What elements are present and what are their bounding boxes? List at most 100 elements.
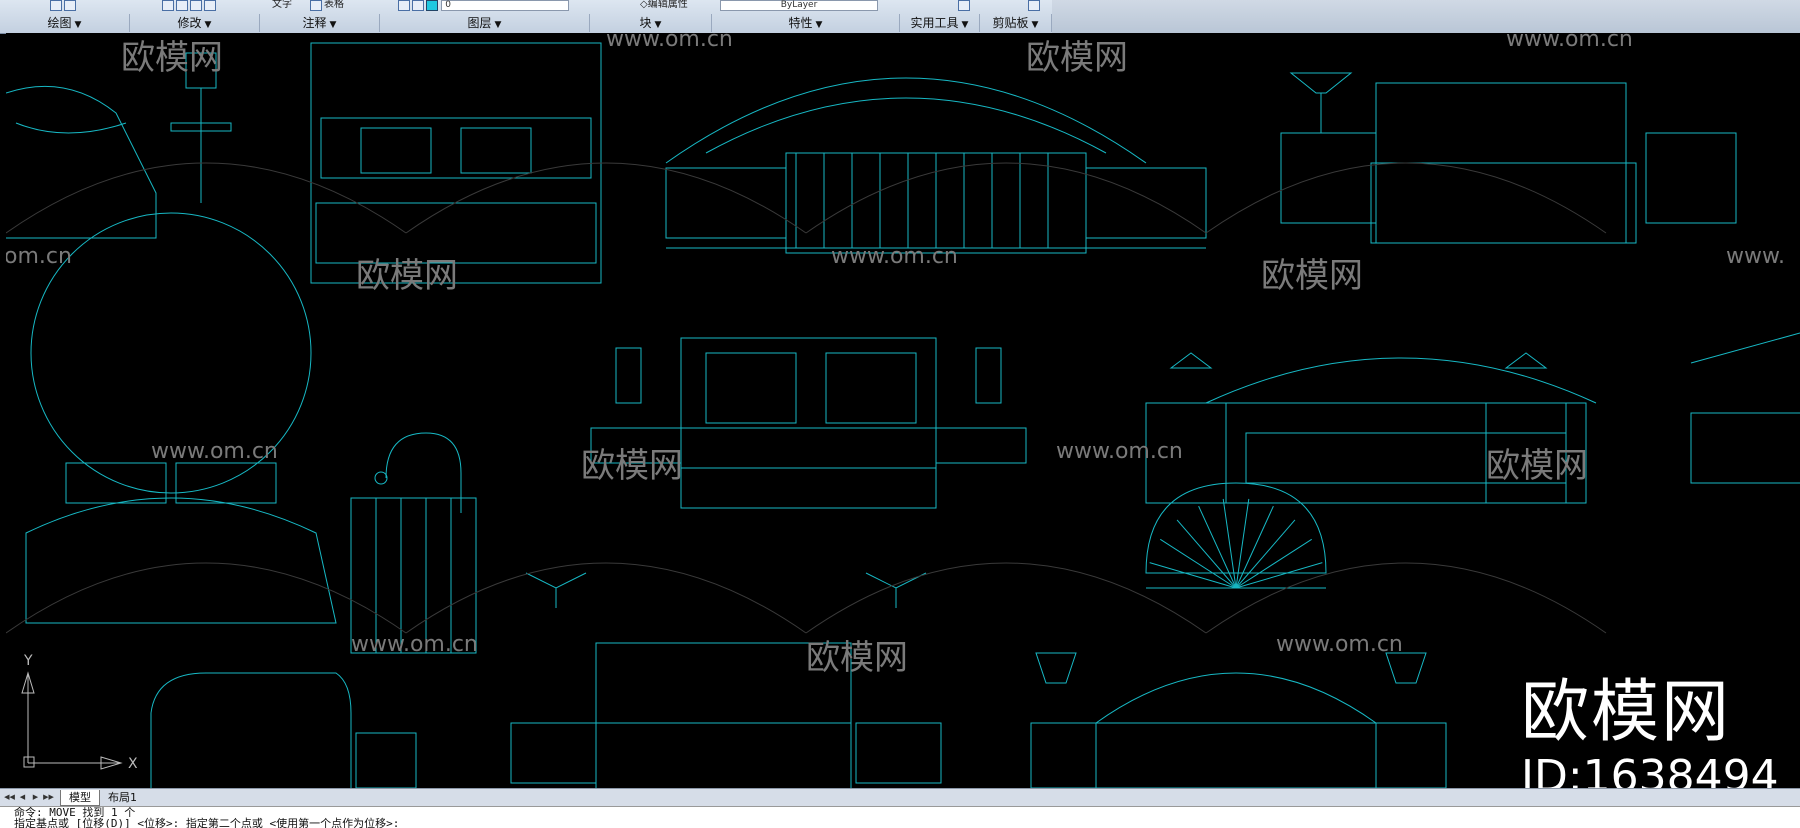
fan-rib-3 — [1176, 519, 1237, 589]
ribbon-panel-label: 绘图 — [47, 16, 72, 30]
arc-lamp-bulb — [374, 471, 388, 485]
ribbon-panel-5[interactable]: 特性 ▼ — [712, 14, 900, 32]
bottom-left-bed — [150, 672, 352, 788]
ribbon-panel-0[interactable]: 绘图 ▼ — [0, 14, 130, 32]
big-watermark-name: 欧模网 — [1521, 673, 1732, 752]
edit-attribute-button[interactable]: ◇编辑属性 — [640, 0, 688, 10]
paste-icon[interactable] — [1028, 0, 1042, 11]
brand-watermark-3: 欧模网 — [806, 638, 908, 678]
dresser-top — [1690, 332, 1800, 364]
dropdown-caret-icon: ▼ — [961, 20, 969, 30]
url-watermark-4: www.om.cn — [1056, 439, 1183, 464]
tab-layout1[interactable]: 布局1 — [100, 790, 145, 805]
ribbon-panel-label: 图层 — [467, 16, 492, 30]
round-bed-pillow-1 — [65, 462, 167, 504]
ribbon-panel-6[interactable]: 实用工具 ▼ — [900, 14, 980, 32]
layer-dropdown[interactable]: 0 — [398, 0, 570, 11]
nightstand-r1 — [1280, 132, 1377, 224]
dropdown-caret-icon: ▼ — [74, 20, 82, 30]
ribbon-empty-area — [1052, 0, 1800, 33]
bed-top-left-fold — [15, 122, 127, 134]
ribbon-panel-4[interactable]: 块 ▼ — [590, 14, 712, 32]
watermark-layer: 欧模网欧模网欧模网欧模网欧模网欧模网欧模网www.om.cn www.om.cnw… — [6, 33, 1785, 678]
first-tab-icon[interactable]: ◀◀ — [4, 791, 15, 803]
dropdown-caret-icon: ▼ — [494, 20, 502, 30]
layer-color-swatch — [426, 0, 438, 11]
watermark-arc-1 — [6, 162, 407, 234]
diamond-icon: ◇ — [640, 0, 648, 10]
ucs-y-label: Y — [23, 653, 33, 669]
bed-right-body — [1370, 162, 1637, 244]
ribbon-panel-label: 特性 — [788, 16, 813, 30]
modify-tools-icon[interactable] — [162, 0, 218, 11]
curtain-bed-frame — [310, 42, 602, 284]
arc-lamp — [385, 432, 462, 513]
wardrobe — [350, 497, 477, 654]
big-watermark-id: ID:1638494 — [1521, 751, 1779, 788]
last-tab-icon[interactable]: ▶▶ — [43, 791, 54, 803]
arch-headboard — [1205, 357, 1597, 404]
dresser-body — [1690, 412, 1800, 484]
bottom-bed-1-side-r — [855, 722, 942, 784]
bottom-bed-2-canopy — [1095, 672, 1377, 724]
prev-tab-icon[interactable]: ◀ — [17, 791, 28, 803]
bottom-bed-2-side-r — [1375, 722, 1447, 788]
ribbon-panel-label: 实用工具 — [910, 16, 959, 30]
pillow-1 — [360, 127, 432, 174]
ribbon-panel-label: 块 — [639, 16, 652, 30]
modern-pillow-1 — [705, 352, 797, 424]
dome-inner — [705, 97, 1107, 154]
brand-watermark-6: 欧模网 — [1486, 446, 1588, 486]
bottom-bed-1-body — [595, 722, 852, 788]
ribbon: 文字 表格 0 ◇编辑属性 ByLayer 绘图 ▼ 修改 ▼ 注释 ▼ 图层 ▼ 块 ▼ 特性 ▼ 实… — [0, 0, 1800, 34]
watermark-arc-4 — [1205, 162, 1607, 234]
url-watermark-2: www.om.cn — [831, 244, 958, 269]
linetype-value: ByLayer — [720, 0, 878, 11]
arch-lamp-right — [1504, 352, 1548, 369]
edit-attribute-label: 编辑属性 — [647, 0, 688, 10]
fan-shape — [1145, 482, 1327, 574]
modern-headboard — [680, 337, 937, 469]
ucs-x-label: X — [128, 756, 138, 772]
bottom-lamp-right — [1385, 652, 1427, 684]
ribbon-panel-2[interactable]: 注释 ▼ — [260, 14, 380, 32]
round-bed-pillow-2 — [175, 462, 277, 504]
next-tab-icon[interactable]: ▶ — [30, 791, 41, 803]
curtain-bed-body — [315, 202, 597, 264]
text-tool-button[interactable]: 文字 — [272, 0, 292, 10]
ribbon-panel-7[interactable]: 剪贴板 ▼ — [980, 14, 1052, 32]
bottom-bed-1-side-l — [510, 722, 597, 784]
utility-icon[interactable] — [958, 0, 972, 11]
brand-watermark-4: 欧模网 — [1026, 38, 1128, 78]
dropdown-caret-icon: ▼ — [329, 20, 337, 30]
drawing-canvas[interactable]: 欧模网 欧模网 欧模网 欧模网 欧模网 欧模网 欧模网 www.om.cn www.om.cn w… — [6, 33, 1800, 788]
modern-side-right — [935, 427, 1027, 464]
fan-rib-1 — [1149, 562, 1237, 589]
ribbon-panel-3[interactable]: 图层 ▼ — [380, 14, 590, 32]
url-watermark-5: www.om.cn — [351, 632, 478, 657]
modern-lamp-left — [615, 347, 642, 404]
nightstand-r2 — [1645, 132, 1737, 224]
linetype-dropdown[interactable]: ByLayer — [720, 0, 878, 11]
tab-model[interactable]: 模型 — [60, 790, 100, 806]
url-watermark-6: www.om.cn — [1276, 632, 1403, 657]
url-watermark-1: www.om.cn — [1506, 33, 1633, 52]
dropdown-caret-icon: ▼ — [654, 20, 662, 30]
nightstand-right-a — [1085, 167, 1207, 239]
nightstand-left-a — [665, 167, 787, 239]
dropdown-caret-icon: ▼ — [204, 20, 212, 30]
url-watermark-partial-left: om.cn — [6, 244, 72, 269]
layer-value: 0 — [441, 0, 570, 11]
ribbon-panel-1[interactable]: 修改 ▼ — [130, 14, 260, 32]
fan-rib-8 — [1235, 519, 1296, 589]
watermark-arc-3 — [805, 162, 1207, 234]
sconce-left — [525, 572, 587, 608]
fan-rib-10 — [1235, 562, 1323, 589]
table-tool-button[interactable]: 表格 — [310, 0, 344, 11]
table-icon — [310, 0, 322, 11]
circle-tool-icon[interactable] — [50, 0, 78, 11]
brand-watermark-0: 欧模网 — [121, 38, 223, 78]
dropdown-caret-icon: ▼ — [815, 20, 823, 30]
command-line[interactable]: 命令: MOVE 找到 1 个 指定基点或 [位移(D)] <位移>: 指定第二… — [0, 806, 1800, 828]
pillow-2 — [460, 127, 532, 174]
